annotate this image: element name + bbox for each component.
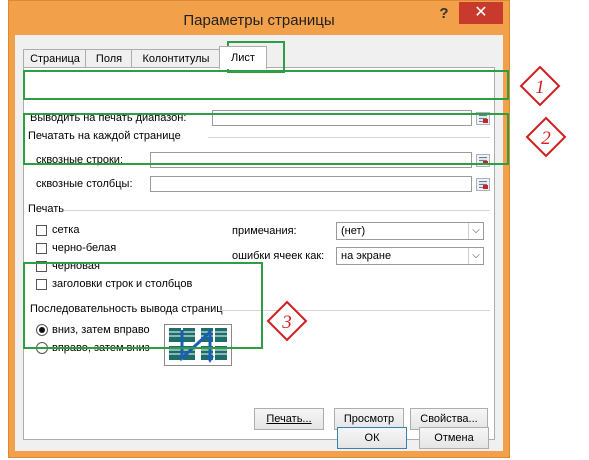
tab-page[interactable]: Страница (23, 49, 87, 68)
comments-select[interactable]: (нет) ⌵ (336, 222, 484, 240)
black-white-label: черно-белая (52, 242, 117, 254)
page-setup-dialog: Параметры страницы ? ✕ Страница Поля Кол… (8, 0, 510, 458)
callout-number-2: 2 (541, 128, 551, 149)
gridlines-checkbox[interactable] (36, 225, 47, 236)
chevron-down-icon: ⌵ (468, 223, 483, 239)
print-titles-highlight (23, 113, 509, 165)
comments-label: примечания: (232, 225, 297, 237)
help-button[interactable]: ? (431, 5, 457, 25)
cols-to-repeat-label: сквозные столбцы: (36, 178, 133, 190)
tab-sheet[interactable]: Лист (219, 46, 267, 69)
comments-value: (нет) (341, 225, 366, 237)
divider (64, 210, 490, 211)
cancel-button[interactable]: Отмена (419, 427, 489, 449)
properties-button-label: Свойства... (420, 413, 478, 425)
callout-number-3: 3 (281, 312, 292, 333)
print-area-highlight (23, 70, 509, 100)
black-white-checkbox[interactable] (36, 243, 47, 254)
gridlines-label: сетка (52, 224, 80, 236)
cell-errors-value: на экране (341, 250, 392, 262)
tab-header-footer[interactable]: Колонтитулы (131, 49, 221, 68)
close-button[interactable]: ✕ (459, 2, 503, 24)
print-heading: Печать (28, 203, 65, 215)
callout-marker-2: 2 (525, 116, 567, 158)
ok-button[interactable]: ОК (337, 427, 407, 449)
title-bar: Параметры страницы ? ✕ (9, 1, 509, 35)
tab-margins[interactable]: Поля (85, 49, 133, 68)
callout-marker-1: 1 (519, 65, 561, 107)
preview-button-label: Просмотр (343, 413, 395, 425)
cell-errors-label: ошибки ячеек как: (232, 250, 325, 262)
print-button[interactable]: Печать... (254, 408, 324, 430)
range-picker-icon[interactable] (476, 178, 490, 191)
callout-number-1: 1 (535, 77, 545, 98)
chevron-down-icon: ⌵ (468, 248, 483, 264)
cell-errors-select[interactable]: на экране ⌵ (336, 247, 484, 265)
cols-to-repeat-input[interactable] (150, 176, 472, 192)
callout-marker-3: 3 (266, 300, 308, 342)
print-button-label: Печать... (266, 413, 312, 425)
page-order-highlight (23, 262, 263, 349)
